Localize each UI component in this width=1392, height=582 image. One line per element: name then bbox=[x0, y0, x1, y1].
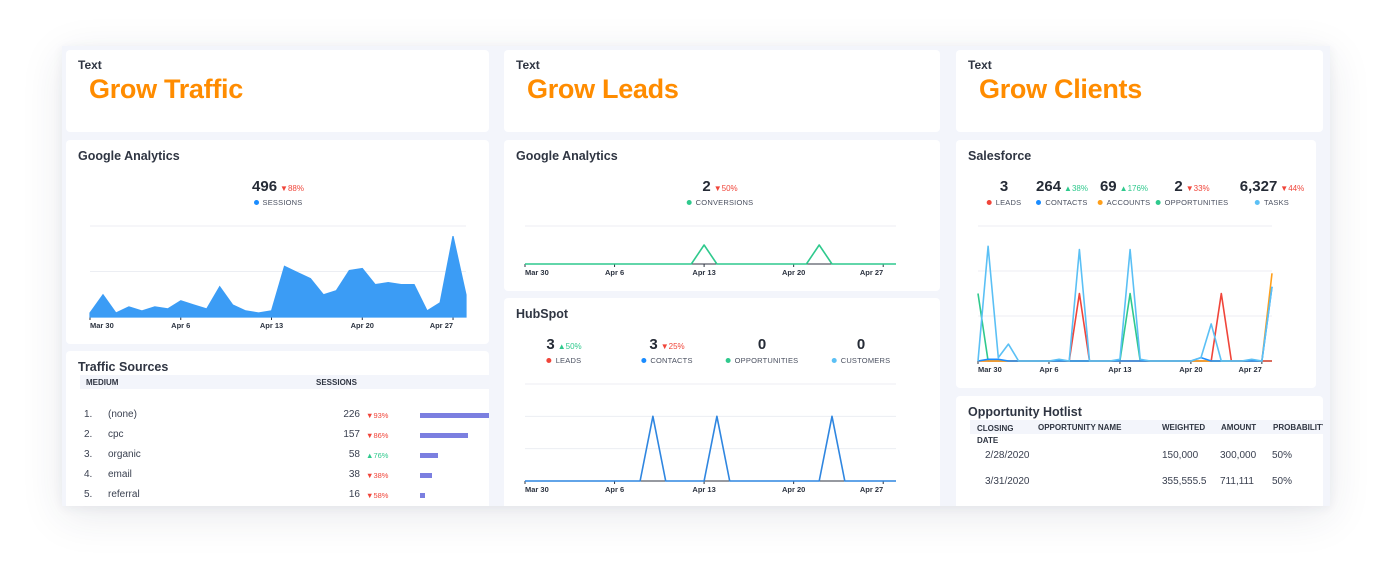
row-medium: organic bbox=[108, 449, 141, 460]
line-series-conversions bbox=[525, 244, 896, 265]
text-card-leads[interactable]: Text Grow Leads bbox=[504, 50, 940, 132]
text-card-traffic[interactable]: Text Grow Traffic bbox=[66, 50, 489, 132]
row-delta: ▼58% bbox=[366, 491, 389, 500]
line-series-tasks bbox=[977, 245, 1273, 362]
x-tick-label: Apr 27 bbox=[860, 485, 883, 494]
session-share-bar bbox=[420, 433, 469, 438]
row-sessions: 157 bbox=[343, 429, 360, 440]
table-header: MEDIUM SESSIONS bbox=[80, 375, 489, 389]
row-probability: 50% bbox=[1272, 476, 1293, 487]
text-card-label: Text bbox=[516, 58, 540, 72]
col-medium[interactable]: MEDIUM bbox=[86, 378, 118, 387]
x-tick-label: Apr 6 bbox=[605, 268, 624, 277]
x-tick-label: Apr 27 bbox=[860, 268, 883, 277]
row-medium: cpc bbox=[108, 429, 124, 440]
row-rank: 3. bbox=[84, 449, 93, 460]
line-series-accounts bbox=[978, 273, 1273, 362]
table-row[interactable]: 3. organic 58 ▲76% bbox=[66, 449, 489, 465]
table-row[interactable]: 1. (none) 226 ▼93% bbox=[66, 409, 489, 425]
salesforce-line-chart[interactable]: Mar 30 Apr 6 Apr 13 Apr 20 Apr 27 bbox=[956, 140, 1316, 388]
widget-salesforce[interactable]: Salesforce 3 LEADS 264 ▲38% CONTACTS 69 ▲176% A… bbox=[956, 140, 1316, 388]
widget-opportunity-hotlist[interactable]: Opportunity Hotlist CLOSING DATE OPPORTU… bbox=[956, 396, 1323, 506]
x-tick-label: Apr 13 bbox=[260, 321, 283, 330]
session-share-bar bbox=[420, 473, 432, 478]
table-row[interactable]: 2. cpc 157 ▼86% bbox=[66, 429, 489, 445]
table-row[interactable]: 5. referral 16 ▼58% bbox=[66, 489, 489, 505]
col-opportunity-name[interactable]: OPPORTUNITY NAME bbox=[1038, 423, 1121, 432]
session-share-bar bbox=[420, 493, 425, 498]
table-row[interactable]: 3/31/2020 355,555.5 711,111 50% bbox=[956, 476, 1323, 492]
col-closing-date[interactable]: CLOSING DATE bbox=[977, 423, 1022, 447]
row-probability: 50% bbox=[1272, 450, 1293, 461]
x-tick-label: Apr 6 bbox=[171, 321, 190, 330]
row-sessions: 58 bbox=[348, 449, 360, 460]
row-weighted: 355,555.5 bbox=[1162, 476, 1207, 487]
row-delta: ▼86% bbox=[366, 431, 389, 440]
row-sessions: 226 bbox=[343, 409, 360, 420]
row-sessions: 16 bbox=[348, 489, 360, 500]
col-sessions[interactable]: SESSIONS bbox=[316, 378, 357, 387]
col-probability[interactable]: PROBABILITY bbox=[1273, 423, 1323, 432]
row-rank: 5. bbox=[84, 489, 93, 500]
goal-title: Grow Leads bbox=[527, 74, 679, 104]
row-rank: 1. bbox=[84, 409, 93, 420]
x-tick-label: Apr 20 bbox=[1179, 365, 1202, 374]
row-rank: 4. bbox=[84, 469, 93, 480]
session-share-bar bbox=[420, 453, 439, 458]
row-delta: ▼38% bbox=[366, 471, 389, 480]
widget-hubspot[interactable]: HubSpot 3 ▲50% LEADS 3 ▼25% CONTACTS 0 OPPORTUN… bbox=[504, 298, 940, 506]
table-header: CLOSING DATE OPPORTUNITY NAME WEIGHTED A… bbox=[970, 420, 1323, 445]
goal-title: Grow Traffic bbox=[89, 74, 243, 104]
goal-title: Grow Clients bbox=[979, 74, 1142, 104]
session-share-bar bbox=[420, 413, 489, 418]
x-tick-label: Apr 27 bbox=[1239, 365, 1262, 374]
row-amount: 711,111 bbox=[1220, 476, 1254, 487]
row-medium: email bbox=[108, 469, 132, 480]
x-tick-label: Apr 13 bbox=[692, 268, 715, 277]
col-amount[interactable]: AMOUNT bbox=[1221, 423, 1256, 432]
row-rank: 2. bbox=[84, 429, 93, 440]
x-tick-label: Mar 30 bbox=[525, 268, 549, 277]
widget-google-analytics-sessions[interactable]: Google Analytics 496 ▼88% SESSIONS Mar 3… bbox=[66, 140, 489, 344]
x-tick-label: Apr 6 bbox=[1039, 365, 1058, 374]
x-tick-label: Apr 27 bbox=[430, 321, 453, 330]
row-medium: (none) bbox=[108, 409, 137, 420]
x-tick-label: Apr 20 bbox=[782, 268, 805, 277]
row-medium: referral bbox=[108, 489, 140, 500]
hubspot-line-chart[interactable]: Mar 30 Apr 6 Apr 13 Apr 20 Apr 27 bbox=[504, 298, 940, 506]
widget-traffic-sources[interactable]: Traffic Sources MEDIUM SESSIONS 1. (none)… bbox=[66, 351, 489, 506]
row-closing-date: 3/31/2020 bbox=[985, 476, 1030, 487]
widget-google-analytics-conversions[interactable]: Google Analytics 2 ▼50% CONVERSIONS Mar … bbox=[504, 140, 940, 291]
x-tick-label: Apr 13 bbox=[692, 485, 715, 494]
row-delta: ▼93% bbox=[366, 411, 389, 420]
x-tick-label: Apr 20 bbox=[351, 321, 374, 330]
widget-title: Traffic Sources bbox=[78, 360, 169, 374]
col-weighted[interactable]: WEIGHTED bbox=[1162, 423, 1205, 432]
text-card-label: Text bbox=[968, 58, 992, 72]
row-weighted: 150,000 bbox=[1162, 450, 1199, 461]
area-series-sessions bbox=[89, 235, 467, 318]
row-sessions: 38 bbox=[348, 469, 360, 480]
x-tick-label: Apr 20 bbox=[782, 485, 805, 494]
sessions-area-chart[interactable]: Mar 30 Apr 6 Apr 13 Apr 20 Apr 27 bbox=[66, 140, 489, 344]
x-tick-label: Mar 30 bbox=[978, 365, 1002, 374]
text-card-clients[interactable]: Text Grow Clients bbox=[956, 50, 1323, 132]
row-closing-date: 2/28/2020 bbox=[985, 450, 1030, 461]
table-row[interactable]: 2/28/2020 150,000 300,000 50% bbox=[956, 450, 1323, 466]
row-delta: ▲76% bbox=[366, 451, 389, 460]
row-amount: 300,000 bbox=[1220, 450, 1257, 461]
x-tick-label: Apr 6 bbox=[605, 485, 624, 494]
text-card-label: Text bbox=[78, 58, 102, 72]
x-tick-label: Mar 30 bbox=[90, 321, 114, 330]
widget-title: Opportunity Hotlist bbox=[968, 405, 1082, 419]
x-tick-label: Apr 13 bbox=[1108, 365, 1131, 374]
conversions-line-chart[interactable]: Mar 30 Apr 6 Apr 13 Apr 20 Apr 27 bbox=[504, 140, 940, 291]
x-tick-label: Mar 30 bbox=[525, 485, 549, 494]
dashboard: Text Grow Traffic Google Analytics 496 ▼… bbox=[62, 46, 1330, 506]
table-row[interactable]: 4. email 38 ▼38% bbox=[66, 469, 489, 485]
